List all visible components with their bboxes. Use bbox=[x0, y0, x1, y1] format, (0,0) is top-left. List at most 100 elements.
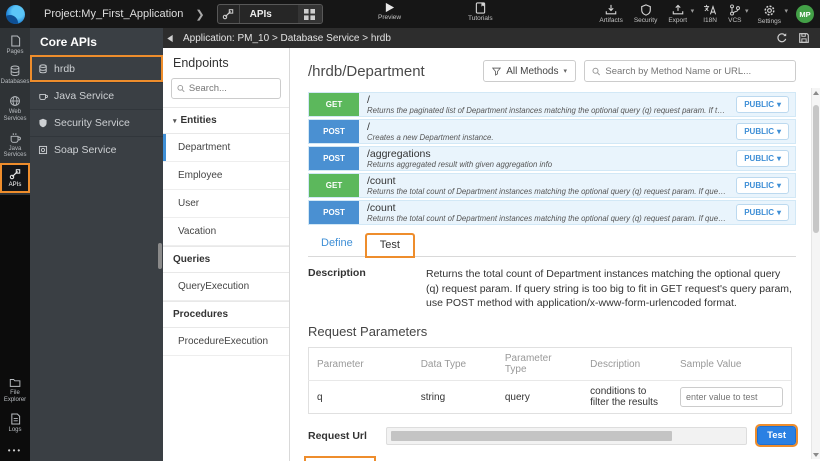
i18n-label: I18N bbox=[703, 17, 717, 24]
scroll-up-icon[interactable] bbox=[812, 88, 820, 97]
core-apis-item-java-service[interactable]: Java Service bbox=[30, 82, 163, 109]
security-label: Security bbox=[634, 17, 657, 24]
sidebar-item-pages[interactable]: Pages bbox=[0, 30, 30, 60]
endpoint-row[interactable]: GET / Returns the paginated list of Depa… bbox=[308, 92, 796, 117]
endpoint-item-vacation[interactable]: Vacation bbox=[163, 218, 289, 246]
endpoint-row-body: /count Returns the total count of Depart… bbox=[359, 201, 736, 224]
collapse-panel-icon[interactable] bbox=[163, 34, 177, 43]
endpoint-item-employee[interactable]: Employee bbox=[163, 162, 289, 190]
tab-define[interactable]: Define bbox=[308, 233, 366, 256]
wavemaker-logo-icon bbox=[6, 5, 25, 24]
main-scrollbar[interactable] bbox=[811, 88, 820, 459]
preview-button[interactable]: Preview bbox=[378, 2, 401, 21]
export-button[interactable]: Export ▾ bbox=[668, 4, 687, 24]
section-procedures[interactable]: Procedures bbox=[163, 301, 289, 328]
sidebar-item-java-services[interactable]: Java Services bbox=[0, 127, 30, 164]
description-label: Description bbox=[308, 267, 426, 311]
export-upload-icon bbox=[672, 4, 684, 16]
security-button[interactable]: Security bbox=[634, 4, 657, 24]
chevron-down-icon: ▾ bbox=[777, 100, 781, 109]
access-level-dropdown[interactable]: PUBLIC▾ bbox=[736, 177, 789, 194]
endpoint-row[interactable]: POST /count Returns the total count of D… bbox=[308, 200, 796, 225]
app-mode-selector[interactable]: APIs bbox=[217, 4, 323, 24]
play-icon bbox=[384, 2, 395, 13]
breadcrumb: Application: PM_10 > Database Service > … bbox=[183, 33, 776, 44]
brand-logo[interactable] bbox=[0, 0, 30, 28]
sidebar-item-apis[interactable]: APIs bbox=[0, 163, 30, 193]
tutorials-label: Tutorials bbox=[468, 15, 493, 22]
save-icon[interactable] bbox=[798, 32, 810, 44]
scroll-down-icon[interactable] bbox=[812, 450, 820, 459]
param-name-cell: q bbox=[309, 381, 413, 414]
rail-label: Logs bbox=[8, 427, 21, 434]
param-sample-cell bbox=[672, 381, 792, 414]
core-apis-item-label: hrdb bbox=[54, 63, 75, 75]
request-parameters-table: Parameter Data Type Parameter Type Descr… bbox=[308, 347, 792, 414]
user-avatar[interactable]: MP bbox=[796, 5, 814, 23]
coffee-icon bbox=[38, 91, 48, 101]
globe-icon bbox=[9, 95, 21, 107]
method-badge: POST bbox=[309, 147, 359, 170]
endpoint-row-body: / Creates a new Department instance. bbox=[359, 120, 736, 143]
chevron-right-icon: ❯ bbox=[195, 8, 204, 21]
access-level-dropdown[interactable]: PUBLIC▾ bbox=[736, 96, 789, 113]
settings-button[interactable]: Settings ▾ bbox=[758, 4, 782, 25]
rail-label: File Explorer bbox=[0, 390, 30, 404]
endpoint-item-user[interactable]: User bbox=[163, 190, 289, 218]
column-header: Data Type bbox=[413, 348, 497, 381]
section-label: Procedures bbox=[173, 309, 228, 320]
core-apis-item-security-service[interactable]: Security Service bbox=[30, 109, 163, 136]
scrollbar-thumb[interactable] bbox=[813, 105, 819, 233]
chevron-down-icon: ▾ bbox=[777, 208, 781, 217]
tab-test[interactable]: Test bbox=[366, 234, 414, 257]
core-apis-item-hrdb[interactable]: hrdb bbox=[30, 55, 163, 82]
rail-bottom-group: File Explorer Logs ••• bbox=[0, 372, 30, 457]
artifacts-button[interactable]: Artifacts bbox=[599, 4, 622, 24]
gear-icon bbox=[763, 4, 776, 17]
rail-top-group: Pages Databases Web Services Java Servic… bbox=[0, 28, 30, 195]
endpoint-path: /count bbox=[367, 202, 728, 214]
endpoint-path: / bbox=[367, 121, 728, 133]
coffee-icon bbox=[9, 132, 21, 144]
section-entities[interactable]: ▾ Entities bbox=[163, 107, 289, 134]
core-apis-scrollbar-thumb[interactable] bbox=[158, 243, 162, 269]
method-search-input[interactable] bbox=[605, 66, 788, 77]
shield-icon bbox=[38, 118, 48, 128]
endpoints-search-input[interactable] bbox=[189, 83, 275, 94]
core-apis-panel: Core APIs hrdb Java Service Security Ser… bbox=[30, 28, 163, 461]
vcs-button[interactable]: VCS ▾ bbox=[728, 4, 741, 24]
endpoint-item-department[interactable]: Department bbox=[163, 134, 289, 162]
test-button[interactable]: Test bbox=[757, 426, 796, 445]
access-level-dropdown[interactable]: PUBLIC▾ bbox=[736, 204, 789, 221]
folder-icon bbox=[9, 377, 21, 388]
sample-value-input[interactable] bbox=[680, 387, 783, 407]
core-apis-item-soap-service[interactable]: Soap Service bbox=[30, 136, 163, 163]
access-level-dropdown[interactable]: PUBLIC▾ bbox=[736, 123, 789, 140]
page-icon bbox=[10, 35, 21, 47]
more-options-icon[interactable]: ••• bbox=[0, 438, 30, 457]
endpoint-row[interactable]: POST /aggregations Returns aggregated re… bbox=[308, 146, 796, 171]
page-title: /hrdb/Department bbox=[308, 63, 483, 80]
request-url-field[interactable] bbox=[386, 427, 747, 445]
section-queries[interactable]: Queries bbox=[163, 246, 289, 273]
endpoint-item-queryexecution[interactable]: QueryExecution bbox=[163, 273, 289, 301]
sidebar-item-web-services[interactable]: Web Services bbox=[0, 90, 30, 127]
request-url-value-redacted bbox=[391, 431, 672, 441]
access-level-dropdown[interactable]: PUBLIC▾ bbox=[736, 150, 789, 167]
endpoints-search[interactable] bbox=[171, 78, 281, 99]
i18n-button[interactable]: I18N bbox=[703, 4, 717, 24]
methods-filter-label: All Methods bbox=[506, 66, 558, 77]
refresh-icon[interactable] bbox=[776, 32, 788, 44]
export-label: Export bbox=[668, 17, 687, 24]
sidebar-item-logs[interactable]: Logs bbox=[0, 408, 30, 438]
method-search[interactable] bbox=[584, 60, 796, 82]
tutorials-button[interactable]: Tutorials bbox=[468, 2, 493, 22]
sidebar-item-databases[interactable]: Databases bbox=[0, 60, 30, 90]
grid-menu-icon[interactable] bbox=[298, 5, 322, 23]
endpoint-row[interactable]: GET /count Returns the total count of De… bbox=[308, 173, 796, 198]
endpoint-item-procedureexecution[interactable]: ProcedureExecution bbox=[163, 328, 289, 356]
vcs-branch-icon bbox=[729, 4, 741, 16]
endpoint-row[interactable]: POST / Creates a new Department instance… bbox=[308, 119, 796, 144]
sidebar-item-file-explorer[interactable]: File Explorer bbox=[0, 372, 30, 408]
methods-filter-dropdown[interactable]: All Methods ▾ bbox=[483, 60, 576, 82]
